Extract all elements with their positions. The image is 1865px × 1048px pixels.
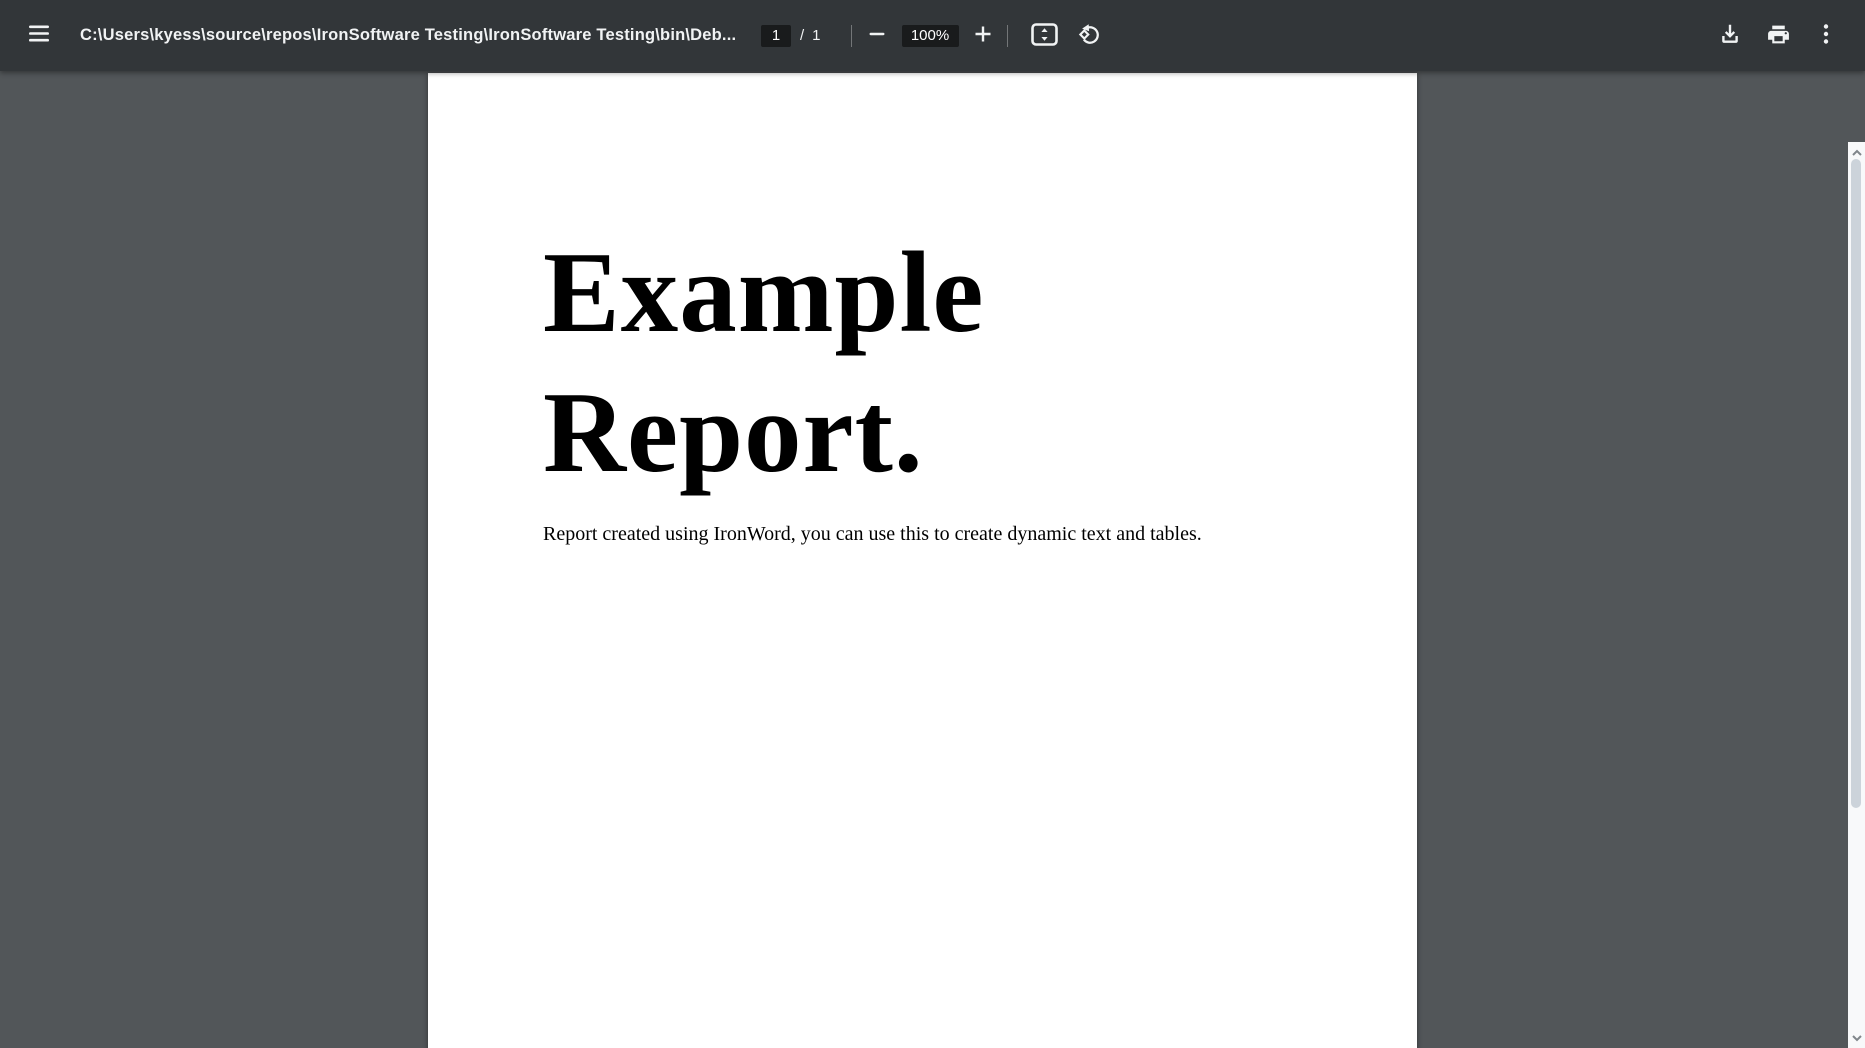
document-path: C:\Users\kyess\source\repos\IronSoftware…	[80, 0, 736, 71]
download-icon	[1717, 21, 1743, 50]
print-icon	[1766, 22, 1791, 50]
pdf-page[interactable]: Example Report. Report created using Iro…	[428, 73, 1417, 1048]
document-title: Example Report.	[543, 223, 1317, 503]
fit-to-page-button[interactable]	[1031, 24, 1059, 48]
more-options-button[interactable]	[1813, 23, 1839, 49]
page-separator: /	[800, 27, 804, 44]
print-button[interactable]	[1765, 23, 1791, 49]
menu-button[interactable]	[19, 15, 59, 55]
document-area[interactable]: Example Report. Report created using Iro…	[0, 71, 1865, 1048]
pdf-toolbar: C:\Users\kyess\source\repos\IronSoftware…	[0, 0, 1865, 71]
zoom-in-icon	[974, 25, 992, 46]
download-button[interactable]	[1717, 23, 1743, 49]
page-count: 1	[812, 27, 820, 44]
toolbar-divider	[851, 25, 852, 47]
scrollbar-thumb[interactable]	[1851, 159, 1861, 808]
toolbar-actions	[1717, 0, 1839, 71]
more-vertical-icon	[1814, 22, 1838, 49]
rotate-ccw-icon	[1077, 22, 1102, 50]
document-subtitle: Report created using IronWord, you can u…	[543, 522, 1317, 546]
rotate-counterclockwise-button[interactable]	[1078, 24, 1102, 48]
document-title-line-2: Report.	[543, 363, 1317, 503]
zoom-out-button[interactable]	[865, 24, 889, 48]
zoom-out-icon	[868, 25, 886, 46]
page-zoom-controls: / 1 100%	[761, 0, 1102, 71]
page-number-input[interactable]	[761, 25, 791, 47]
zoom-in-button[interactable]	[971, 24, 995, 48]
scroll-down-button[interactable]	[1848, 1029, 1865, 1046]
fit-to-page-icon	[1031, 23, 1058, 49]
vertical-scrollbar[interactable]	[1848, 142, 1865, 1048]
toolbar-divider	[1007, 25, 1008, 47]
document-title-line-1: Example	[543, 223, 1317, 363]
scroll-down-icon	[1851, 1029, 1863, 1047]
zoom-level[interactable]: 100%	[902, 25, 959, 47]
menu-icon	[29, 25, 49, 45]
